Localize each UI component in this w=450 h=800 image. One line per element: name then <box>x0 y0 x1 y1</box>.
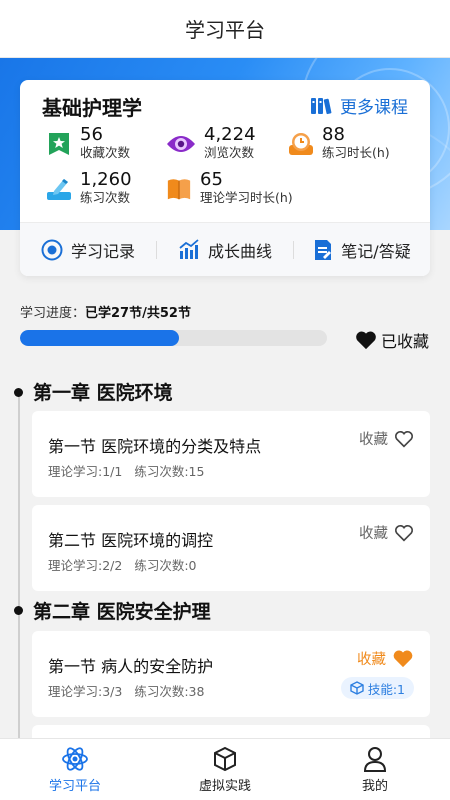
growth-chart-icon <box>179 238 199 259</box>
tab-label: 学习平台 <box>48 778 101 794</box>
user-icon <box>363 746 387 772</box>
stat-practice-hours: 88 练习时长(h) <box>288 125 390 161</box>
stat-theory-hours: 65 理论学习时长(h) <box>166 170 293 206</box>
favorited-label: 已收藏 <box>381 332 430 351</box>
stat-value: 88 <box>322 124 345 145</box>
heart-outline-icon <box>394 430 414 448</box>
progress-prefix: 学习进度： <box>20 306 86 321</box>
timer-icon <box>288 131 314 157</box>
growth-curve-button[interactable]: 成长曲线 <box>157 238 293 262</box>
notes-qa-button[interactable]: 笔记/答疑 <box>294 238 430 262</box>
practice-count: 练习次数:15 <box>134 464 205 479</box>
theory-progress: 理论学习:3/3 <box>48 684 123 699</box>
bottom-nav: 学习平台 虚拟实践 我的 <box>0 738 450 800</box>
section-card[interactable]: 第一节 病人的安全防护 理论学习:3/3 练习次数:38 收藏 技能:1 <box>32 631 430 717</box>
favorite-button[interactable]: 收藏 <box>359 522 414 543</box>
chapter-title: 第一章 医院环境 <box>33 382 173 404</box>
bookmark-star-icon <box>46 131 72 157</box>
stat-value: 56 <box>80 124 103 145</box>
cube-icon <box>350 681 364 695</box>
section-title: 第二节 医院环境的调控 <box>48 531 214 550</box>
notes-qa-label: 笔记/答疑 <box>341 241 411 261</box>
more-courses-label: 更多课程 <box>340 98 408 118</box>
clock-icon <box>41 239 63 260</box>
favorite-button[interactable]: 收藏 <box>357 648 414 669</box>
progress-text: 已学27节/共52节 <box>85 306 191 321</box>
favorite-label: 收藏 <box>357 652 386 668</box>
growth-curve-label: 成长曲线 <box>207 241 272 261</box>
study-record-label: 学习记录 <box>70 241 135 261</box>
section-meta: 理论学习:1/1 练习次数:15 <box>48 461 204 480</box>
more-courses-button[interactable]: 更多课程 <box>310 93 408 118</box>
practice-count: 练习次数:38 <box>134 684 205 699</box>
stat-label: 理论学习时长(h) <box>200 190 293 205</box>
heart-filled-icon <box>356 331 376 350</box>
tab-virtual-practice[interactable]: 虚拟实践 <box>150 739 300 800</box>
favorite-button[interactable]: 收藏 <box>359 428 414 449</box>
heart-filled-icon <box>393 650 413 668</box>
stat-value: 4,224 <box>204 124 256 145</box>
progress-bar <box>20 330 327 346</box>
library-icon <box>311 97 332 114</box>
eye-icon <box>166 131 196 157</box>
tab-learning-platform[interactable]: 学习平台 <box>0 739 150 800</box>
stat-label: 练习次数 <box>80 190 131 205</box>
cube-icon <box>214 746 236 771</box>
tab-label: 我的 <box>361 778 388 794</box>
stat-favorites: 56 收藏次数 <box>46 125 130 161</box>
note-icon <box>315 239 332 260</box>
timeline-dot <box>14 606 23 615</box>
skill-label: 技能:1 <box>367 681 405 697</box>
stat-label: 练习时长(h) <box>322 145 390 160</box>
tab-mine[interactable]: 我的 <box>300 739 450 800</box>
course-favorite-toggle[interactable]: 已收藏 <box>355 328 429 352</box>
section-meta: 理论学习:2/2 练习次数:0 <box>48 555 197 574</box>
favorite-label: 收藏 <box>359 526 388 542</box>
progress-fill <box>20 330 180 346</box>
heart-outline-icon <box>394 524 414 542</box>
course-actions: 学习记录 成长曲线 笔记/答疑 <box>20 223 430 276</box>
book-icon <box>166 176 192 202</box>
chapter-title: 第二章 医院安全护理 <box>33 601 211 623</box>
stat-practice-count: 1,260 练习次数 <box>46 170 132 206</box>
theory-progress: 理论学习:1/1 <box>48 464 123 479</box>
page-title: 学习平台 <box>185 18 265 42</box>
atom-icon <box>62 746 88 771</box>
course-title: 基础护理学 <box>42 96 142 120</box>
section-title: 第一节 病人的安全防护 <box>48 657 214 676</box>
stat-views: 4,224 浏览次数 <box>166 125 256 161</box>
tab-label: 虚拟实践 <box>198 778 251 794</box>
stat-label: 浏览次数 <box>204 145 255 160</box>
section-meta: 理论学习:3/3 练习次数:38 <box>48 681 204 700</box>
stat-value: 65 <box>200 169 223 190</box>
skill-badge: 技能:1 <box>340 677 414 699</box>
progress-label: 学习进度：已学27节/共52节 <box>20 302 191 321</box>
course-card: 基础护理学 更多课程 56 收藏次数 4,224 浏览次数 88 练习时长(h)… <box>20 80 430 276</box>
section-card[interactable]: 第二节 医院环境的调控 理论学习:2/2 练习次数:0 收藏 <box>32 505 430 591</box>
study-record-button[interactable]: 学习记录 <box>20 238 156 262</box>
theory-progress: 理论学习:2/2 <box>48 558 123 573</box>
chapter-timeline <box>18 392 20 740</box>
section-card[interactable]: 第一节 医院环境的分类及特点 理论学习:1/1 练习次数:15 收藏 <box>32 411 430 497</box>
stat-value: 1,260 <box>80 169 132 190</box>
practice-count: 练习次数:0 <box>134 558 197 573</box>
top-bar: 学习平台 <box>0 0 450 58</box>
section-title: 第一节 医院环境的分类及特点 <box>48 437 262 456</box>
favorite-label: 收藏 <box>359 432 388 448</box>
stat-label: 收藏次数 <box>80 145 131 160</box>
timeline-dot <box>14 388 23 397</box>
pencil-icon <box>46 176 72 202</box>
